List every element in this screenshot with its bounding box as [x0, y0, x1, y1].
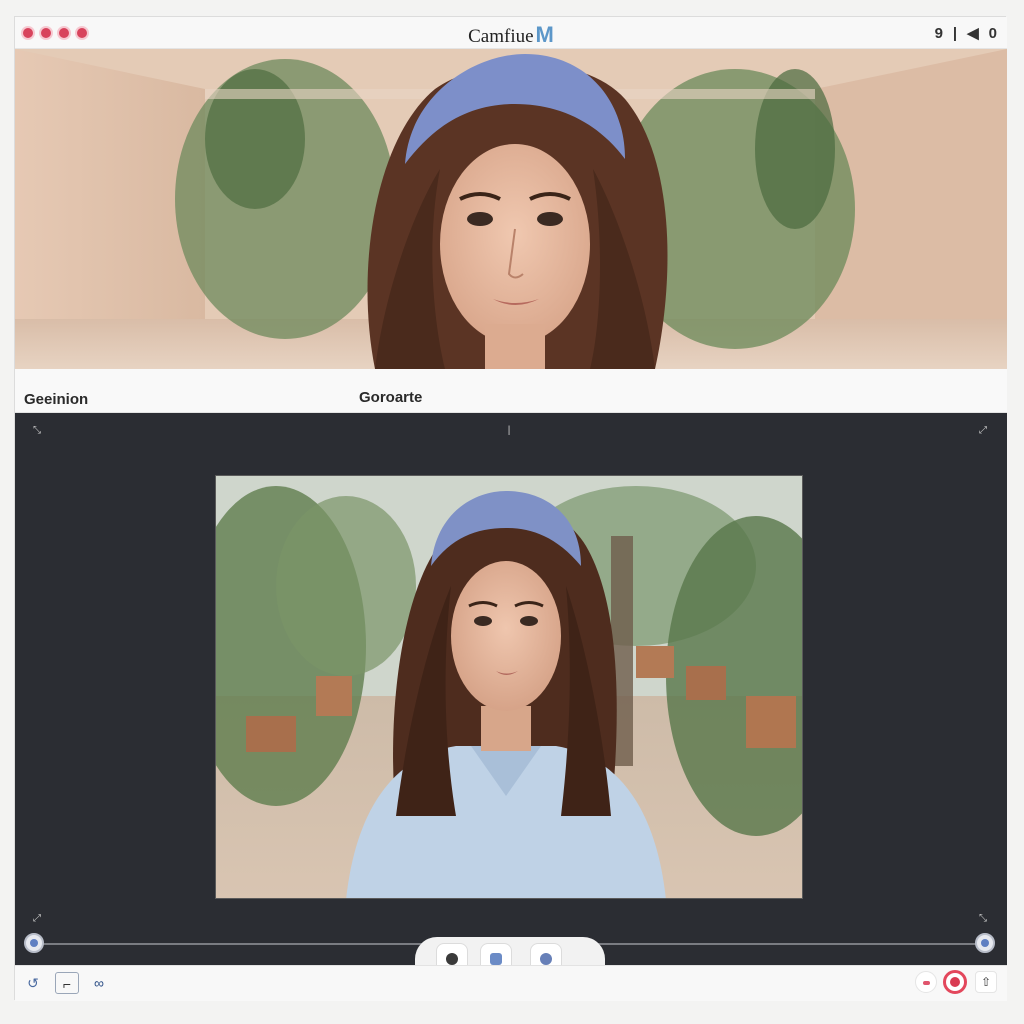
resize-icon[interactable]: ⤡	[31, 425, 43, 437]
dot-icon	[446, 953, 458, 965]
app-window: CamfiueM 9 | ◀ 0 Geeinion Goroarte ⤡ | ⤢…	[14, 16, 1007, 1001]
back-icon[interactable]: ◀	[967, 24, 979, 42]
title-bar: CamfiueM 9 | ◀ 0	[15, 17, 1007, 49]
refresh-icon[interactable]: ↺	[21, 972, 45, 994]
share-icon[interactable]: ⇧	[975, 971, 997, 993]
record-mini-button[interactable]	[915, 971, 937, 993]
portrait-image-top	[15, 49, 1007, 369]
expand-icon[interactable]: ⤡	[977, 913, 989, 925]
glasses-icon[interactable]: ∞	[87, 972, 111, 994]
app-title-text: Camfiue	[468, 26, 534, 47]
record-button[interactable]	[943, 970, 967, 994]
square-icon	[490, 953, 502, 965]
label-left[interactable]: Geeinion	[24, 391, 88, 408]
expand-icon[interactable]: ⤢	[31, 913, 43, 925]
timeline-start-handle[interactable]	[24, 933, 44, 953]
label-middle[interactable]: Goroarte	[359, 389, 422, 406]
brand-logo: M	[535, 22, 554, 47]
top-photo-preview	[15, 49, 1007, 369]
expand-icon[interactable]: ⤢	[977, 425, 989, 437]
timeline-end-handle[interactable]	[975, 933, 995, 953]
editor-canvas[interactable]: ⤡ | ⤢ ⤢ ⤡	[15, 413, 1007, 965]
app-title: CamfiueM	[15, 22, 1007, 48]
portrait-image-center	[216, 476, 802, 898]
bottom-toolbar	[15, 965, 1007, 1001]
circle-icon	[540, 953, 552, 965]
center-photo[interactable]	[215, 475, 803, 899]
canvas-marker: |	[507, 425, 511, 436]
crop-icon[interactable]: ⌐	[55, 972, 79, 994]
title-controls: 9 | ◀ 0	[935, 24, 997, 43]
pin-icon[interactable]: 9	[935, 25, 943, 42]
divider-icon[interactable]: |	[953, 25, 957, 42]
options-icon[interactable]: 0	[989, 25, 997, 42]
label-strip: Geeinion Goroarte	[15, 369, 1007, 413]
